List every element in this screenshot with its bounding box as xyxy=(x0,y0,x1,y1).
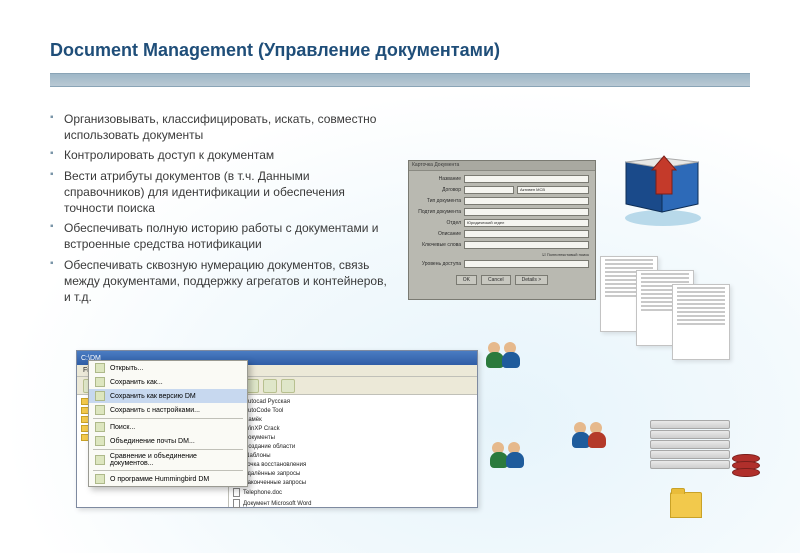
menu-item-open[interactable]: Открыть... xyxy=(89,361,247,375)
list-item[interactable]: Законченные запросы xyxy=(233,478,473,487)
menu-item-save-settings[interactable]: Сохранить с настройками... xyxy=(89,403,247,417)
folder-icon xyxy=(670,492,702,518)
form-input[interactable] xyxy=(464,186,514,194)
users-icon xyxy=(490,440,530,476)
menu-separator xyxy=(93,449,243,450)
form-titlebar: Карточка Документа xyxy=(409,161,595,171)
list-item[interactable]: Намёк xyxy=(233,415,473,424)
form-section: Уровень доступа xyxy=(415,261,461,267)
form-label: Ключевые слова xyxy=(415,242,461,248)
bullet-item: Вести атрибуты документов (в т.ч. Данным… xyxy=(50,168,390,217)
mail-icon xyxy=(95,436,105,446)
form-label: Название xyxy=(415,176,461,182)
form-label: Договор xyxy=(415,187,461,193)
list-item[interactable]: Удалённые запросы xyxy=(233,469,473,478)
title-divider xyxy=(50,73,750,87)
form-input[interactable] xyxy=(464,175,589,183)
list-item[interactable]: Документы xyxy=(233,433,473,442)
menu-separator xyxy=(93,418,243,419)
slide-title: Document Management (Управление документ… xyxy=(50,40,750,61)
list-item[interactable]: Autocad Pусская xyxy=(233,397,473,406)
save-icon xyxy=(95,405,105,415)
form-input[interactable] xyxy=(464,260,589,268)
form-input[interactable] xyxy=(464,241,589,249)
compare-icon xyxy=(95,455,105,465)
users-icon xyxy=(572,420,612,456)
tb-icon[interactable] xyxy=(281,379,295,393)
form-label: Тип документа xyxy=(415,198,461,204)
file-icon xyxy=(233,499,240,508)
document-thumbnail xyxy=(672,284,730,360)
tb-icon[interactable] xyxy=(263,379,277,393)
menu-item-save-as[interactable]: Сохранить как... xyxy=(89,375,247,389)
context-menu: Открыть... Сохранить как... Сохранить ка… xyxy=(88,360,248,487)
bullet-item: Обеспечивать полную историю работы с док… xyxy=(50,220,390,252)
info-icon xyxy=(95,474,105,484)
details-button[interactable]: Details > xyxy=(515,275,549,285)
menu-separator xyxy=(93,470,243,471)
save-icon xyxy=(95,391,105,401)
book-arrow-icon xyxy=(618,150,708,230)
list-item[interactable]: WinXP Crack xyxy=(233,424,473,433)
slide: Document Management (Управление документ… xyxy=(0,0,800,553)
list-item[interactable]: Документ Microsoft Word xyxy=(233,498,473,509)
menu-item-save-version[interactable]: Сохранить как версию DM xyxy=(89,389,247,403)
form-input[interactable] xyxy=(464,230,589,238)
list-item[interactable]: Точка восстановления xyxy=(233,460,473,469)
list-item[interactable]: AutoCode Tool xyxy=(233,406,473,415)
document-card-form: Карточка Документа Название Договор Актив… xyxy=(408,160,596,300)
ok-button[interactable]: OK xyxy=(456,275,477,285)
form-checkbox-label[interactable]: ☑ Полнотекстовый поиск xyxy=(542,252,589,257)
database-icon xyxy=(732,454,760,484)
file-icon xyxy=(233,488,240,497)
save-icon xyxy=(95,377,105,387)
menu-item-about[interactable]: О программе Hummingbird DM xyxy=(89,472,247,486)
open-icon xyxy=(95,363,105,373)
list-item[interactable]: Создание области xyxy=(233,442,473,451)
users-icon xyxy=(486,340,526,376)
form-label: Описание xyxy=(415,231,461,237)
list-item[interactable]: Telephone.doc xyxy=(233,487,473,498)
explorer-list: Autocad Pусская AutoCode Tool Намёк WinX… xyxy=(229,395,477,507)
form-input[interactable] xyxy=(464,197,589,205)
menu-item-search[interactable]: Поиск... xyxy=(89,420,247,434)
server-rack-icon xyxy=(650,420,730,470)
menu-item-compare[interactable]: Сравнение и объединение документов... xyxy=(89,451,247,469)
form-dropdown[interactable]: Юридический отдел xyxy=(464,219,589,227)
bullet-item: Контролировать доступ к документам xyxy=(50,147,390,163)
search-icon xyxy=(95,422,105,432)
form-input[interactable] xyxy=(464,208,589,216)
form-dropdown[interactable]: Активен МСВ xyxy=(517,186,589,194)
bullet-list: Организовывать, классифицировать, искать… xyxy=(50,111,390,305)
bullet-item: Организовывать, классифицировать, искать… xyxy=(50,111,390,143)
menu-item-mail-merge[interactable]: Объединение почты DM... xyxy=(89,434,247,448)
cancel-button[interactable]: Cancel xyxy=(481,275,511,285)
form-label: Отдел xyxy=(415,220,461,226)
form-label: Подтип документа xyxy=(415,209,461,215)
list-item[interactable]: Шаблоны xyxy=(233,451,473,460)
bullet-item: Обеспечивать сквозную нумерацию документ… xyxy=(50,257,390,306)
